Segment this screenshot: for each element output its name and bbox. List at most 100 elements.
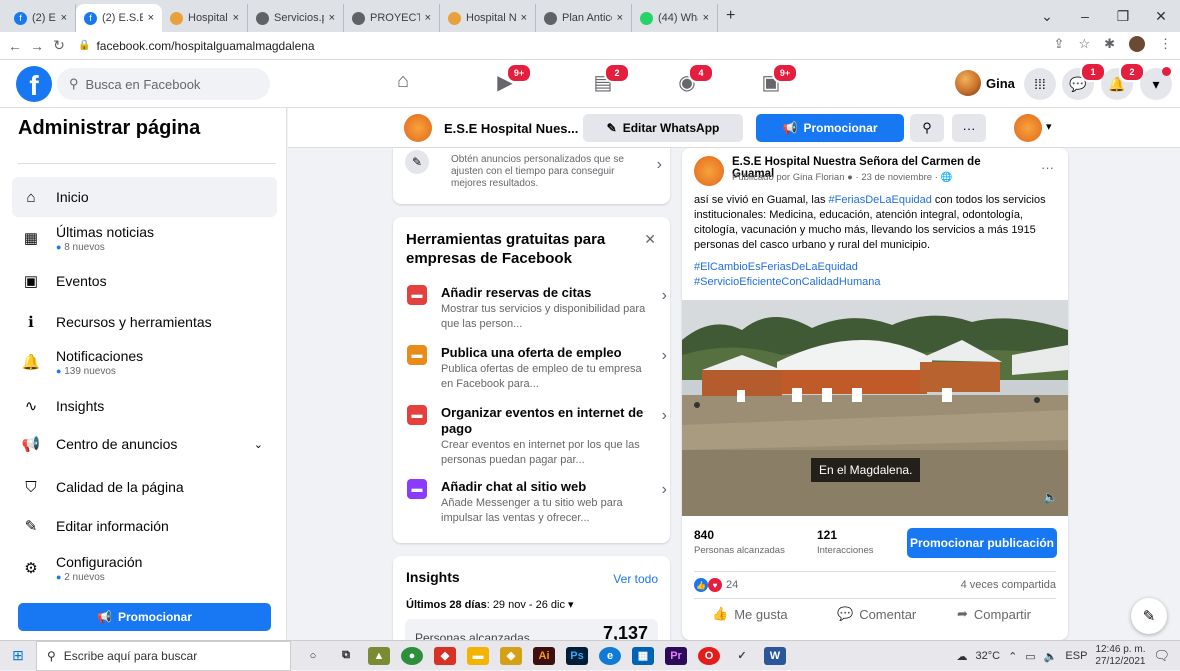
cortana-icon[interactable]: ○: [302, 647, 324, 665]
edge-icon[interactable]: e: [599, 646, 621, 665]
file-explorer-icon[interactable]: ▬: [467, 646, 489, 665]
mute-icon[interactable]: 🔈: [1043, 490, 1058, 504]
extensions-icon[interactable]: ✱: [1104, 36, 1115, 52]
tab-search-icon[interactable]: ⌄: [1028, 8, 1066, 25]
sidebar-item-recursos-y-herramientas[interactable]: ℹ Recursos y herramientas: [12, 302, 277, 342]
maximize-button[interactable]: ❐: [1104, 8, 1142, 25]
sidebar-item-insights[interactable]: ∿ Insights: [12, 386, 277, 426]
task-view-icon[interactable]: ⧉: [335, 647, 357, 665]
facebook-search-input[interactable]: ⚲ Busca en Facebook: [57, 68, 270, 100]
photoshop-icon[interactable]: Ps: [566, 646, 588, 665]
forward-button[interactable]: →: [26, 38, 48, 54]
close-tab-icon[interactable]: ×: [329, 12, 335, 24]
messenger-button[interactable]: 💬 1: [1062, 62, 1106, 100]
hashtag-link[interactable]: #ElCambioEsFeriasDeLaEquidad: [694, 261, 858, 273]
word-icon[interactable]: W: [764, 646, 786, 665]
temperature[interactable]: 32°C: [976, 650, 1001, 662]
marketplace-tab[interactable]: ▤ 2: [588, 63, 630, 98]
tool-item[interactable]: ▬ Publica una oferta de empleo Publica ofe…: [407, 345, 667, 392]
insights-period[interactable]: Últimos 28 días: 29 nov - 26 dic ▾: [406, 598, 574, 611]
browser-tab[interactable]: PROYECTOPLANE ×: [344, 4, 440, 32]
sidebar-item-inicio[interactable]: ⌂ Inicio: [12, 177, 277, 217]
premiere-icon[interactable]: Pr: [665, 646, 687, 665]
profile-chip[interactable]: Gina: [955, 70, 1015, 96]
share-icon[interactable]: ⇪: [1054, 36, 1065, 52]
close-tab-icon[interactable]: ×: [425, 12, 431, 24]
reload-button[interactable]: ↻: [48, 37, 70, 54]
profile-avatar[interactable]: [1129, 36, 1145, 52]
tray-chevron-icon[interactable]: ⌃: [1008, 650, 1017, 663]
browser-tab[interactable]: Hospital Nuestra ×: [162, 4, 248, 32]
close-tab-icon[interactable]: ×: [61, 12, 67, 24]
notification-center-icon[interactable]: 🗨: [1153, 648, 1170, 664]
new-message-button[interactable]: ✎: [1131, 598, 1167, 634]
sidebar-item-editar-informacion[interactable]: ✎ Editar información: [12, 506, 277, 546]
sidebar-item-ultimas-noticias[interactable]: ▦ Últimas noticias ● 8 nuevos: [12, 218, 277, 258]
see-all-link[interactable]: Ver todo: [613, 572, 658, 586]
share-button[interactable]: ➦ Compartir: [957, 606, 1031, 622]
close-tab-icon[interactable]: ×: [233, 12, 239, 24]
page-avatar[interactable]: [404, 114, 432, 142]
browser-tab[interactable]: Plan Anticorrupci ×: [536, 4, 632, 32]
sidebar-promote-button[interactable]: 📢 Promocionar: [18, 603, 271, 631]
shares-count[interactable]: 4 veces compartida: [961, 579, 1056, 591]
browser-tab[interactable]: Hospital Nuestra ×: [440, 4, 536, 32]
reactions-summary[interactable]: 👍 ♥ 24: [694, 578, 738, 592]
post-photo[interactable]: En el Magdalena. 🔈: [682, 300, 1068, 516]
page-more-button[interactable]: ···: [952, 114, 986, 142]
chevron-down-icon[interactable]: ▾: [1046, 120, 1052, 133]
page-name[interactable]: E.S.E Hospital Nues...: [444, 121, 578, 136]
url-field[interactable]: 🔒 facebook.com/hospitalguamalmagdalena: [78, 39, 315, 53]
close-tab-icon[interactable]: ×: [521, 12, 527, 24]
account-menu-button[interactable]: ▾: [1140, 67, 1172, 100]
close-icon[interactable]: ✕: [644, 231, 656, 248]
sidebar-item-centro-de-anuncios[interactable]: 📢 Centro de anuncios ⌄: [12, 424, 277, 464]
tool-item[interactable]: ▬ Añadir chat al sitio web Añade Messenger…: [407, 479, 667, 526]
page-search-button[interactable]: ⚲: [910, 114, 944, 142]
post-date[interactable]: 23 de noviembre: [861, 172, 932, 183]
chevron-right-icon[interactable]: ›: [657, 156, 662, 174]
minimize-button[interactable]: –: [1066, 8, 1104, 24]
edit-whatsapp-button[interactable]: ✎ Editar WhatsApp: [583, 114, 743, 142]
close-window-button[interactable]: ✕: [1142, 8, 1180, 25]
sidebar-item-configuracion[interactable]: ⚙ Configuración ● 2 nuevos: [12, 548, 277, 588]
chevron-down-icon[interactable]: ⌄: [254, 438, 263, 451]
close-tab-icon[interactable]: ×: [617, 12, 623, 24]
app-icon[interactable]: ▲: [368, 646, 390, 665]
windows-start-icon[interactable]: ⊞: [0, 647, 36, 664]
sidebar-item-eventos[interactable]: ▣ Eventos: [12, 261, 277, 301]
browser-tab[interactable]: (44) WhatsApp ×: [632, 4, 718, 32]
browser-tab[interactable]: f (2) E.S.E Hospital ×: [76, 4, 162, 32]
gaming-tab[interactable]: ▣ 9+: [756, 63, 798, 98]
sidebar-item-calidad-de-la-pagina[interactable]: ⛉ Calidad de la página: [12, 467, 277, 507]
home-tab[interactable]: ⌂: [388, 70, 418, 98]
opera-icon[interactable]: O: [698, 646, 720, 665]
browser-menu-icon[interactable]: ⋮: [1159, 36, 1172, 52]
close-tab-icon[interactable]: ×: [148, 12, 154, 24]
hashtag-link[interactable]: #FeriasDeLaEquidad: [829, 194, 932, 206]
watch-tab[interactable]: ▶ 9+: [490, 63, 532, 98]
app-icon[interactable]: ◈: [500, 646, 522, 665]
browser-tab[interactable]: Servicios.pdf ×: [248, 4, 344, 32]
language-indicator[interactable]: ESP: [1065, 650, 1087, 662]
menu-grid-button[interactable]: ⁞⁞⁞: [1024, 68, 1056, 100]
back-button[interactable]: ←: [4, 38, 26, 54]
promote-post-button[interactable]: Promocionar publicación: [907, 528, 1057, 558]
app-icon[interactable]: ◆: [434, 646, 456, 665]
tool-item[interactable]: ▬ Añadir reservas de citas Mostrar tus ser…: [407, 285, 667, 332]
close-tab-icon[interactable]: ×: [703, 12, 709, 24]
taskbar-search-input[interactable]: ⚲ Escribe aquí para buscar: [36, 640, 291, 671]
like-button[interactable]: 👍 Me gusta: [712, 606, 788, 622]
hashtag-link[interactable]: #ServicioEficienteConCalidadHumana: [694, 276, 881, 288]
store-icon[interactable]: ▦: [632, 646, 654, 665]
tool-item[interactable]: ▬ Organizar eventos en internet de pago Cr…: [407, 405, 667, 468]
promote-button[interactable]: 📢 Promocionar: [756, 114, 904, 142]
network-icon[interactable]: ▭: [1025, 650, 1035, 663]
post-more-button[interactable]: ···: [1041, 160, 1054, 175]
sidebar-item-notificaciones[interactable]: 🔔 Notificaciones ● 139 nuevos: [12, 342, 277, 382]
post-page-avatar[interactable]: [694, 156, 724, 186]
illustrator-icon[interactable]: Ai: [533, 646, 555, 665]
browser-tab[interactable]: f (2) E.S.E Hospital ×: [6, 4, 76, 32]
bookmark-star-icon[interactable]: ☆: [1078, 36, 1090, 52]
notifications-button[interactable]: 🔔 2: [1101, 62, 1145, 100]
